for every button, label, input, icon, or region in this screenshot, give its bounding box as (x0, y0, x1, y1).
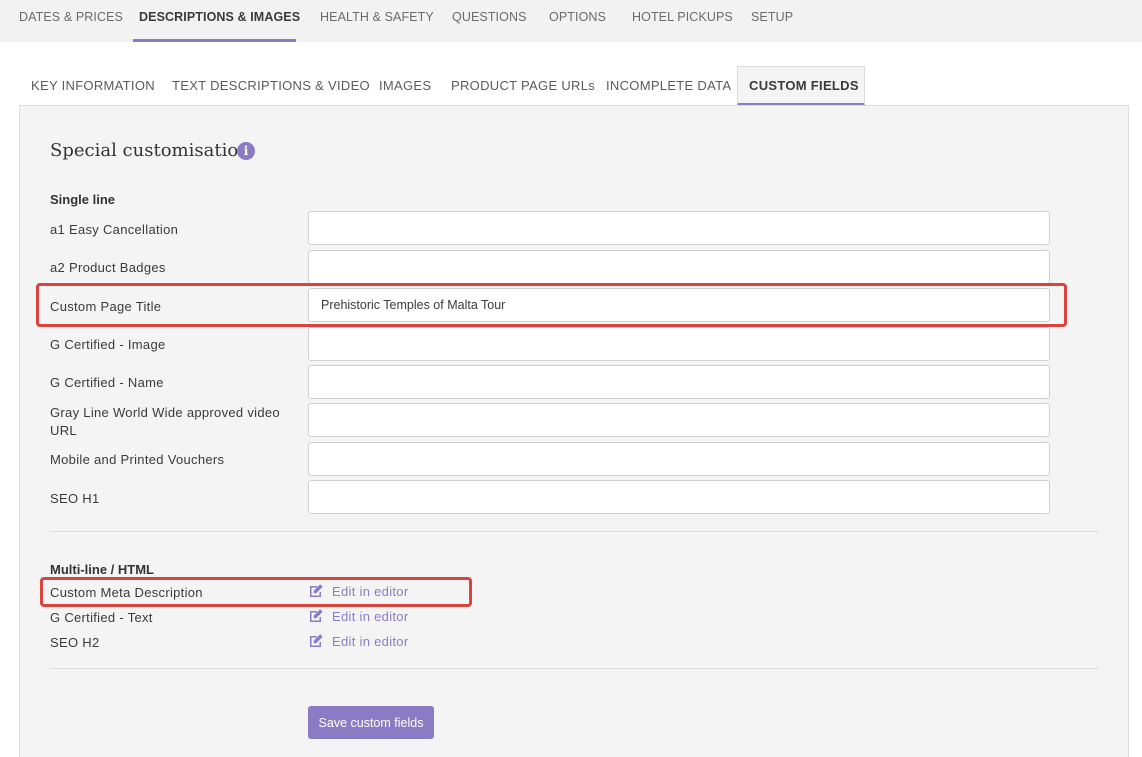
field-label-video-url: Gray Line World Wide approved video URL (50, 405, 280, 438)
g-certified-name-input[interactable] (308, 365, 1050, 399)
easy-cancellation-input[interactable] (308, 211, 1050, 245)
field-label-g-certified-name: G Certified - Name (50, 375, 164, 390)
tab-options[interactable]: OPTIONS (549, 10, 606, 24)
field-label-g-certified-image: G Certified - Image (50, 337, 166, 352)
product-badges-input[interactable] (308, 250, 1050, 284)
active-tab-indicator (133, 39, 296, 42)
field-label-easy-cancellation: a1 Easy Cancellation (50, 222, 179, 237)
field-label-product-badges: a2 Product Badges (50, 260, 166, 275)
edit-link-label: Edit in editor (332, 633, 409, 649)
edit-link-label: Edit in editor (332, 583, 409, 599)
tab-setup[interactable]: SETUP (751, 10, 793, 24)
edit-meta-description-link[interactable]: Edit in editor (308, 583, 408, 599)
subtab-product-page-urls[interactable]: PRODUCT PAGE URLs (451, 78, 595, 93)
subtab-incomplete-data[interactable]: INCOMPLETE DATA (606, 78, 731, 93)
seo-h1-input[interactable] (308, 480, 1050, 514)
section-divider (50, 668, 1099, 669)
info-icon[interactable]: i (237, 142, 255, 160)
video-url-input[interactable] (308, 403, 1050, 437)
subtab-text-descriptions-video[interactable]: TEXT DESCRIPTIONS & VIDEO (172, 78, 370, 93)
save-custom-fields-button[interactable]: Save custom fields (308, 706, 434, 739)
field-label-vouchers: Mobile and Printed Vouchers (50, 452, 225, 467)
tab-health-safety[interactable]: HEALTH & SAFETY (320, 10, 434, 24)
tab-hotel-pickups[interactable]: HOTEL PICKUPS (632, 10, 733, 24)
tab-questions[interactable]: QUESTIONS (452, 10, 527, 24)
edit-g-certified-text-link[interactable]: Edit in editor (308, 608, 408, 624)
field-label-g-certified-text: G Certified - Text (50, 610, 153, 625)
edit-link-label: Edit in editor (332, 608, 409, 624)
edit-icon (310, 634, 323, 647)
tab-dates-prices[interactable]: DATES & PRICES (19, 10, 123, 24)
field-label-seo-h1: SEO H1 (50, 491, 100, 506)
field-label-custom-meta-description: Custom Meta Description (50, 585, 203, 600)
subtab-images[interactable]: IMAGES (379, 78, 431, 93)
section-divider (50, 531, 1099, 532)
field-label-custom-page-title: Custom Page Title (50, 299, 162, 314)
edit-icon (310, 584, 323, 597)
section-title: Special customisation (50, 140, 250, 161)
subtab-custom-fields[interactable]: CUSTOM FIELDS (749, 78, 859, 93)
tab-descriptions-images[interactable]: DESCRIPTIONS & IMAGES (139, 10, 300, 24)
edit-seo-h2-link[interactable]: Edit in editor (308, 633, 408, 649)
edit-icon (310, 609, 323, 622)
subtab-key-information[interactable]: KEY INFORMATION (31, 78, 155, 93)
g-certified-image-input[interactable] (308, 327, 1050, 361)
vouchers-input[interactable] (308, 442, 1050, 476)
field-label-seo-h2: SEO H2 (50, 635, 100, 650)
single-line-heading: Single line (50, 192, 116, 207)
custom-page-title-input[interactable] (308, 288, 1050, 322)
top-tab-bar: DATES & PRICES DESCRIPTIONS & IMAGES HEA… (0, 0, 1142, 42)
multi-line-heading: Multi-line / HTML (50, 562, 154, 577)
